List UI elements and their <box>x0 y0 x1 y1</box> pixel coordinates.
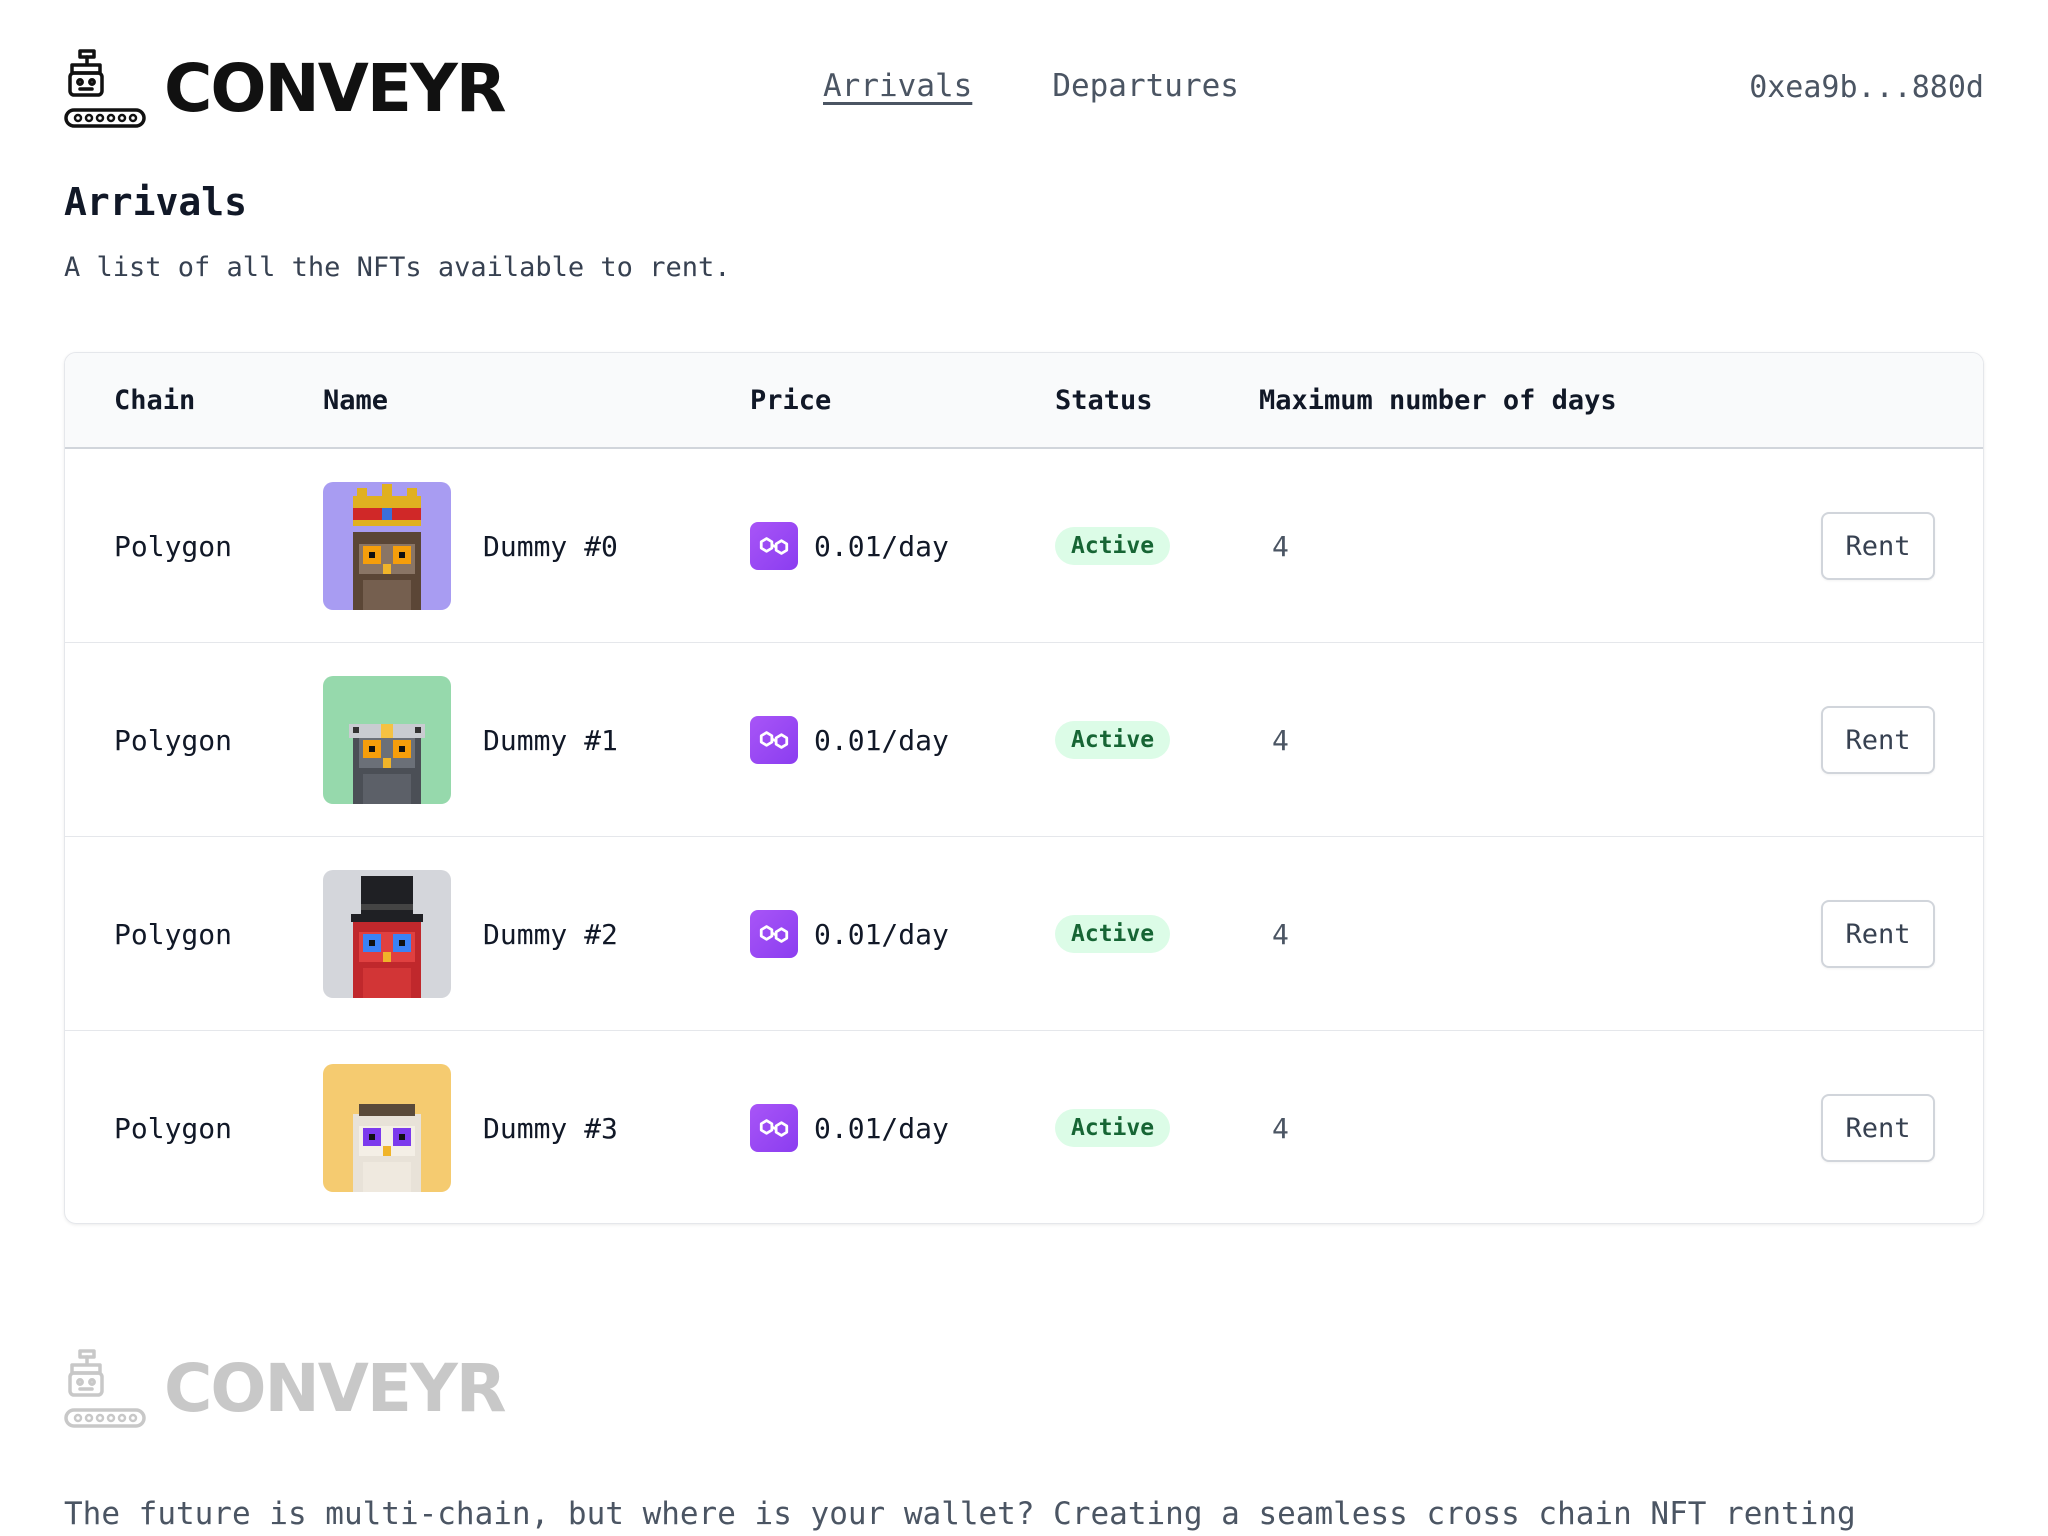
nft-thumbnail[interactable] <box>323 1064 451 1192</box>
brand-name: CONVEYR <box>164 50 507 127</box>
name-cell: Dummy #1 <box>323 643 618 837</box>
max-days-cell: 4 <box>1272 529 1289 563</box>
price-cell: 0.01/day <box>750 643 949 837</box>
nav-departures[interactable]: Departures <box>1052 66 1239 106</box>
table-body: Polygon Dummy #0 0.01/day Active 4 Rent Polygo… <box>65 449 1983 1223</box>
app-header: CONVEYR Arrivals Departures 0xea9b...880… <box>64 48 1984 130</box>
name-cell: Dummy #0 <box>323 449 618 643</box>
name-cell: Dummy #3 <box>323 1031 618 1223</box>
status-badge: Active <box>1055 1109 1171 1147</box>
action-cell: Rent <box>1821 449 1935 643</box>
rent-button[interactable]: Rent <box>1821 1094 1935 1162</box>
max-days-cell: 4 <box>1272 1111 1289 1145</box>
price-value: 0.01/day <box>814 529 949 563</box>
table-row: Polygon Dummy #0 0.01/day Active 4 Rent <box>65 449 1983 643</box>
nft-name: Dummy #3 <box>483 1111 618 1145</box>
chain-cell: Polygon <box>114 723 233 757</box>
action-cell: Rent <box>1821 643 1935 837</box>
main-nav: Arrivals Departures <box>823 66 1239 106</box>
table-header: Chain Name Price Status Maximum number o… <box>65 353 1983 449</box>
rent-button[interactable]: Rent <box>1821 900 1935 968</box>
column-header-chain: Chain <box>114 385 196 416</box>
status-cell: Active <box>1055 643 1171 837</box>
column-header-max-days: Maximum number of days <box>1259 385 1617 416</box>
column-header-name: Name <box>323 385 389 416</box>
arrivals-table: Chain Name Price Status Maximum number o… <box>64 352 1984 1224</box>
rent-button[interactable]: Rent <box>1821 512 1935 580</box>
footer-logo: CONVEYR <box>64 1348 507 1430</box>
price-cell: 0.01/day <box>750 449 949 643</box>
chain-cell: Polygon <box>114 529 233 563</box>
polygon-matic-icon <box>750 1104 798 1152</box>
nav-arrivals[interactable]: Arrivals <box>823 66 972 106</box>
status-cell: Active <box>1055 837 1171 1031</box>
price-cell: 0.01/day <box>750 837 949 1031</box>
page-description: A list of all the NFTs available to rent… <box>64 252 731 283</box>
brand-logo[interactable]: CONVEYR <box>64 48 507 130</box>
status-badge: Active <box>1055 915 1171 953</box>
status-cell: Active <box>1055 449 1171 643</box>
table-row: Polygon Dummy #2 0.01/day Active 4 Rent <box>65 837 1983 1031</box>
max-days-cell: 4 <box>1272 723 1289 757</box>
price-value: 0.01/day <box>814 723 949 757</box>
nft-thumbnail[interactable] <box>323 870 451 998</box>
footer-brand-name: CONVEYR <box>164 1350 507 1427</box>
table-row: Polygon Dummy #1 0.01/day Active 4 Rent <box>65 643 1983 837</box>
status-cell: Active <box>1055 1031 1171 1223</box>
nft-name: Dummy #1 <box>483 723 618 757</box>
polygon-matic-icon <box>750 522 798 570</box>
price-value: 0.01/day <box>814 917 949 951</box>
nft-thumbnail[interactable] <box>323 676 451 804</box>
chain-cell: Polygon <box>114 1111 233 1145</box>
status-badge: Active <box>1055 721 1171 759</box>
chain-cell: Polygon <box>114 917 233 951</box>
wallet-address[interactable]: 0xea9b...880d <box>1749 68 1984 108</box>
nft-name: Dummy #0 <box>483 529 618 563</box>
table-row: Polygon Dummy #3 0.01/day Active 4 Rent <box>65 1031 1983 1223</box>
polygon-matic-icon <box>750 716 798 764</box>
conveyor-robot-icon <box>64 1349 146 1428</box>
footer-tagline: The future is multi-chain, but where is … <box>64 1496 1856 1532</box>
action-cell: Rent <box>1821 1031 1935 1223</box>
nft-name: Dummy #2 <box>483 917 618 951</box>
status-badge: Active <box>1055 527 1171 565</box>
price-cell: 0.01/day <box>750 1031 949 1223</box>
column-header-price: Price <box>750 385 832 416</box>
action-cell: Rent <box>1821 837 1935 1031</box>
page-title: Arrivals <box>64 180 248 224</box>
rent-button[interactable]: Rent <box>1821 706 1935 774</box>
name-cell: Dummy #2 <box>323 837 618 1031</box>
nft-thumbnail[interactable] <box>323 482 451 610</box>
price-value: 0.01/day <box>814 1111 949 1145</box>
conveyor-robot-icon <box>64 49 146 128</box>
max-days-cell: 4 <box>1272 917 1289 951</box>
column-header-status: Status <box>1055 385 1153 416</box>
polygon-matic-icon <box>750 910 798 958</box>
